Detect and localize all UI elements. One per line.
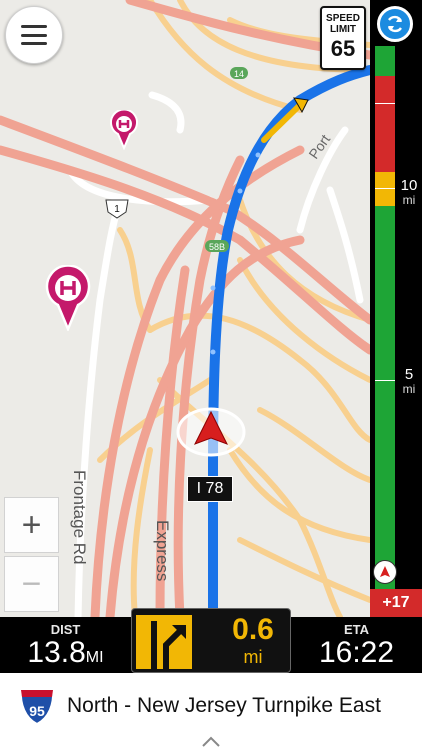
vehicle-position-icon [176, 407, 246, 457]
distance-number: 13.8 [27, 636, 86, 669]
traffic-segment-yellow [375, 172, 395, 206]
zoom-controls: + − [4, 497, 59, 613]
traffic-segment-red [375, 76, 395, 172]
eta-stat: ETA 16:22 [291, 617, 422, 673]
speed-limit-value: 65 [330, 36, 356, 61]
speed-limit-line2: LIMIT [329, 24, 357, 35]
distance-marker-10: 10 mi [397, 178, 421, 208]
marker-value: 10 [400, 177, 418, 194]
sync-button[interactable] [377, 6, 413, 42]
distance-stat: DIST 13.8MI [0, 617, 131, 673]
progress-position-icon [373, 560, 397, 584]
marker-unit: mi [402, 382, 416, 396]
delay-badge: +17 [370, 589, 422, 617]
exit-58b-label: 58B [209, 242, 225, 252]
next-turn-unit: mi [243, 647, 263, 667]
frontage-rd-label: Frontage Rd [70, 470, 89, 565]
express-label: Express [153, 520, 172, 581]
shield-number: 95 [29, 703, 45, 719]
eta-label: ETA [343, 622, 370, 637]
tick-mark [375, 380, 395, 381]
tick-mark [375, 103, 395, 104]
speed-limit-caption: SPEED LIMIT [322, 13, 364, 35]
distance-label: DIST [50, 622, 81, 637]
distance-unit: MI [85, 649, 104, 666]
distance-value: 13.8MI [0, 637, 131, 674]
us-1-label: 1 [114, 204, 120, 215]
eta-value: 16:22 [318, 636, 395, 669]
zoom-out-button[interactable]: − [4, 556, 59, 612]
marker-value: 5 [404, 366, 414, 383]
distance-marker-5: 5 mi [397, 367, 421, 397]
refresh-icon [387, 15, 403, 33]
current-road-label: I 78 [187, 476, 233, 502]
next-turn-panel[interactable]: 0.6 mi [131, 608, 291, 673]
speed-limit-line1: SPEED [326, 13, 360, 24]
speed-limit-sign: SPEED LIMIT 65 [320, 6, 366, 70]
zoom-in-button[interactable]: + [4, 497, 59, 553]
route-14-label: 14 [234, 69, 244, 79]
tick-mark [375, 188, 395, 189]
hospital-poi-icon[interactable] [108, 110, 140, 150]
interstate-shield-icon: 95 [19, 688, 55, 726]
next-turn-distance: 0.6 mi [214, 613, 292, 668]
menu-button[interactable] [5, 6, 63, 64]
chevron-up-icon[interactable] [200, 734, 222, 748]
hospital-poi-icon[interactable] [44, 265, 92, 331]
street-name: North - New Jersey Turnpike East [67, 694, 381, 717]
keep-right-icon [136, 615, 192, 669]
next-turn-value: 0.6 [232, 613, 274, 646]
traffic-segment-green [375, 206, 395, 589]
traffic-segment-green [375, 46, 395, 76]
hamburger-icon [21, 25, 47, 45]
marker-unit: mi [402, 193, 416, 207]
